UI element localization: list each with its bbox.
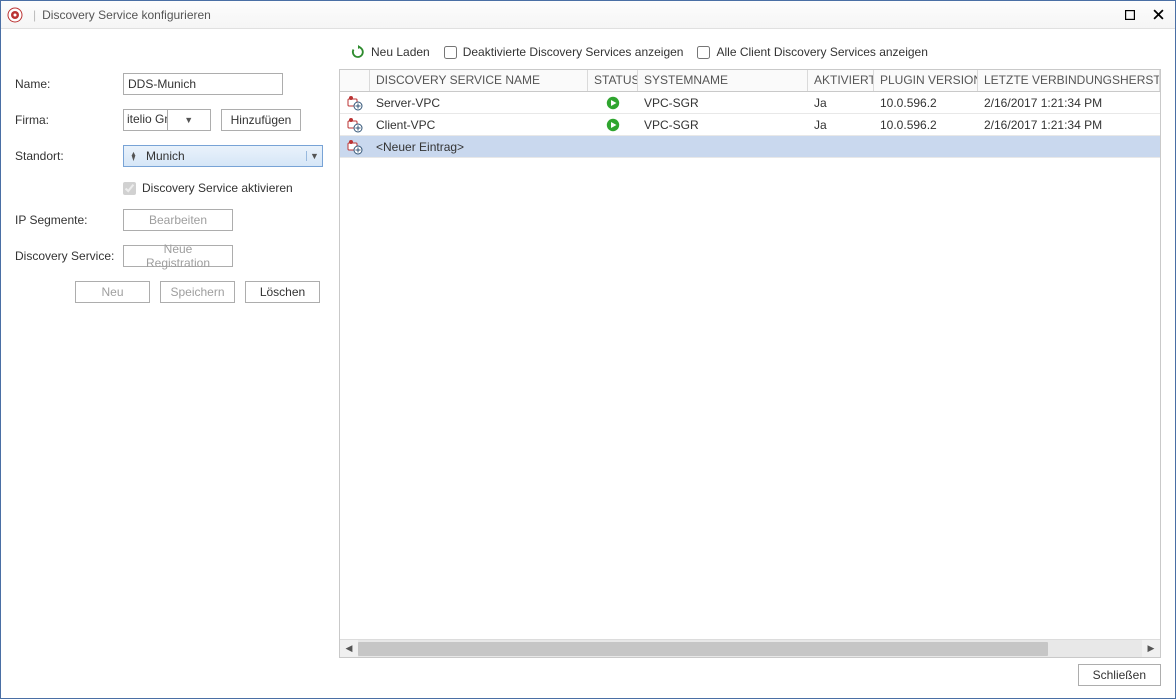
neu-laden-button[interactable]: Neu Laden (351, 45, 430, 59)
form-panel: Name: Firma: itelio GmbH ▼ Hinzufügen St… (15, 41, 323, 658)
close-button[interactable] (1151, 8, 1165, 22)
col-aktiviert[interactable]: AKTIVIERT (808, 70, 874, 91)
cell-name: Server-VPC (370, 96, 588, 110)
cell-status (588, 96, 638, 110)
dialog-window: | Discovery Service konfigurieren Name: … (0, 0, 1176, 699)
aktivieren-label: Discovery Service aktivieren (142, 181, 293, 195)
cell-name: Client-VPC (370, 118, 588, 132)
schliessen-button[interactable]: Schließen (1078, 664, 1161, 686)
col-system[interactable]: SYSTEMNAME (638, 70, 808, 91)
chevron-down-icon: ▼ (167, 110, 211, 130)
cell-aktiviert: Ja (808, 96, 874, 110)
firma-combo-text: itelio GmbH (124, 110, 167, 130)
name-input[interactable] (123, 73, 283, 95)
scroll-right-button[interactable]: ▶ (1142, 640, 1160, 657)
title-separator: | (33, 8, 36, 22)
horizontal-scrollbar[interactable]: ◀ ▶ (340, 639, 1160, 657)
app-icon (7, 7, 23, 23)
toolbar: Neu Laden Deaktivierte Discovery Service… (339, 41, 1161, 63)
scroll-left-button[interactable]: ◀ (340, 640, 358, 657)
grid-panel: Neu Laden Deaktivierte Discovery Service… (339, 41, 1161, 658)
grid-header: DISCOVERY SERVICE NAME STATUS SYSTEMNAME… (340, 70, 1160, 92)
new-entry-row[interactable]: <Neuer Eintrag> (340, 136, 1160, 158)
standort-label: Standort: (15, 149, 123, 163)
cell-aktiviert: Ja (808, 118, 874, 132)
maximize-button[interactable] (1123, 8, 1137, 22)
cell-date: 2/16/2017 1:21:34 PM (978, 118, 1160, 132)
scroll-thumb[interactable] (358, 642, 1048, 656)
cell-system: VPC-SGR (638, 96, 808, 110)
loeschen-button[interactable]: Löschen (245, 281, 320, 303)
cell-version: 10.0.596.2 (874, 118, 978, 132)
cell-status (588, 118, 638, 132)
firma-combo[interactable]: itelio GmbH ▼ (123, 109, 211, 131)
neue-registration-button: Neue Registration (123, 245, 233, 267)
scroll-track[interactable] (358, 640, 1142, 657)
col-status[interactable]: STATUS (588, 70, 638, 91)
cell-version: 10.0.596.2 (874, 96, 978, 110)
aktivieren-checkbox (123, 182, 136, 195)
table-row[interactable]: Client-VPC VPC-SGRJa10.0.596.22/16/2017 1… (340, 114, 1160, 136)
alle-client-toggle[interactable]: Alle Client Discovery Services anzeigen (697, 45, 927, 59)
cell-date: 2/16/2017 1:21:34 PM (978, 96, 1160, 110)
table-row[interactable]: Server-VPC VPC-SGRJa10.0.596.22/16/2017 1… (340, 92, 1160, 114)
bearbeiten-button: Bearbeiten (123, 209, 233, 231)
col-name[interactable]: DISCOVERY SERVICE NAME (370, 70, 588, 91)
deaktivierte-toggle[interactable]: Deaktivierte Discovery Services anzeigen (444, 45, 684, 59)
standort-combo[interactable]: Munich ▼ (123, 145, 323, 167)
ds-label: Discovery Service: (15, 249, 123, 263)
alle-client-label: Alle Client Discovery Services anzeigen (716, 45, 927, 59)
row-type-icon (340, 117, 370, 133)
deaktivierte-checkbox[interactable] (444, 46, 457, 59)
deaktivierte-label: Deaktivierte Discovery Services anzeigen (463, 45, 684, 59)
col-version[interactable]: PLUGIN VERSION (874, 70, 978, 91)
firma-label: Firma: (15, 113, 123, 127)
neu-button: Neu (75, 281, 150, 303)
neu-laden-label: Neu Laden (371, 45, 430, 59)
row-type-icon (340, 95, 370, 111)
new-entry-label: <Neuer Eintrag> (370, 140, 588, 154)
title-bar: | Discovery Service konfigurieren (1, 1, 1175, 29)
reload-icon (351, 45, 365, 59)
window-title: Discovery Service konfigurieren (42, 8, 211, 22)
speichern-button: Speichern (160, 281, 235, 303)
ip-label: IP Segmente: (15, 213, 123, 227)
grid-body: Server-VPC VPC-SGRJa10.0.596.22/16/2017 1… (340, 92, 1160, 639)
cell-system: VPC-SGR (638, 118, 808, 132)
col-icon[interactable] (340, 70, 370, 91)
grid: DISCOVERY SERVICE NAME STATUS SYSTEMNAME… (339, 69, 1161, 658)
chevron-down-icon: ▼ (306, 151, 322, 161)
name-label: Name: (15, 77, 123, 91)
alle-client-checkbox[interactable] (697, 46, 710, 59)
row-type-icon (340, 139, 370, 155)
pin-icon (124, 151, 142, 162)
col-date[interactable]: LETZTE VERBINDUNGSHERSTEL (978, 70, 1160, 91)
hinzufuegen-button[interactable]: Hinzufügen (221, 109, 301, 131)
standort-text: Munich (142, 149, 306, 163)
